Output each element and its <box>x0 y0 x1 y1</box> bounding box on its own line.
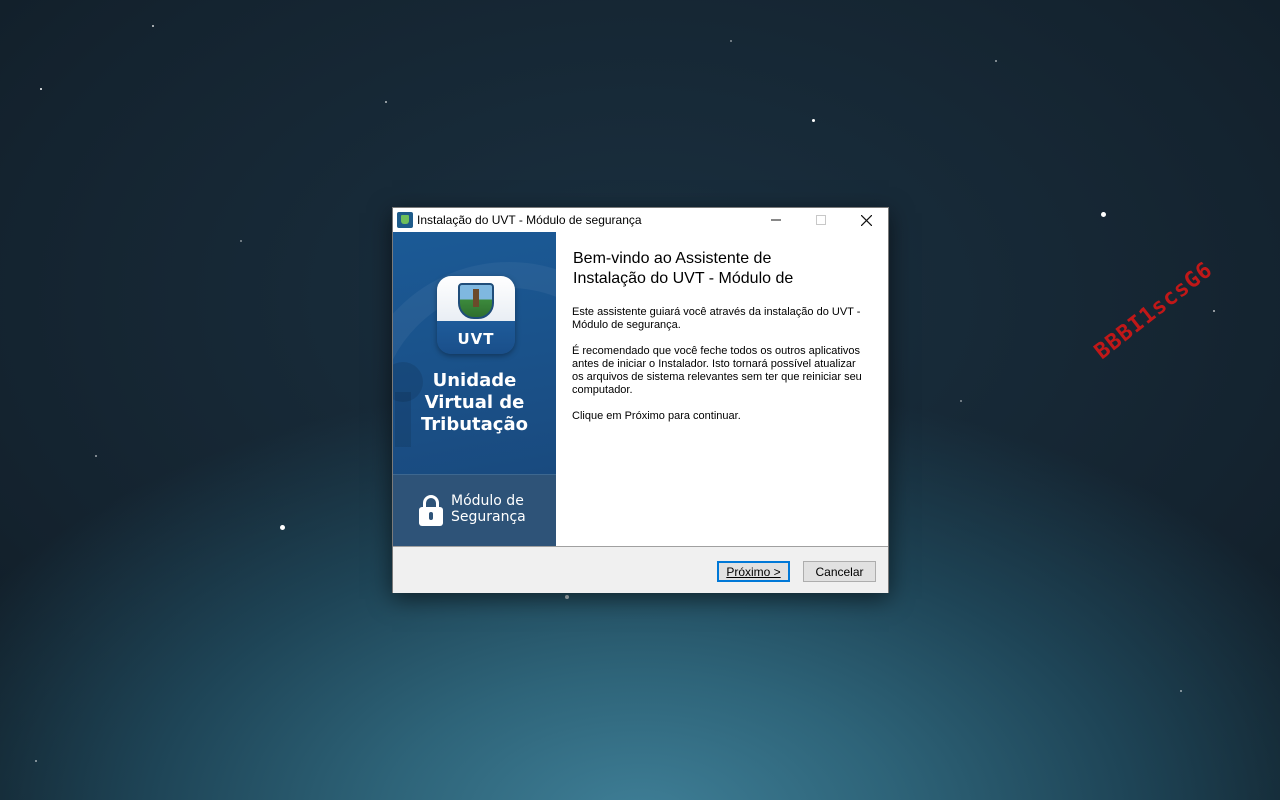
star <box>565 595 569 599</box>
star <box>1180 690 1182 692</box>
unit-name-line: Virtual de <box>393 392 556 414</box>
module-label-line: Segurança <box>451 509 526 525</box>
star <box>280 525 285 530</box>
unit-name-line: Tributação <box>393 414 556 436</box>
continue-paragraph: Clique em Próximo para continuar. <box>572 410 867 423</box>
installer-window: Instalação do UVT - Módulo de segurança … <box>392 207 889 593</box>
logo-text: UVT <box>437 330 515 348</box>
title-bar[interactable]: Instalação do UVT - Módulo de segurança <box>393 208 888 232</box>
close-icon <box>861 215 872 226</box>
star <box>960 400 962 402</box>
star <box>240 240 242 242</box>
star <box>995 60 997 62</box>
star <box>152 25 154 27</box>
sidebar-banner: UVT Unidade Virtual de Tributação Módulo… <box>393 232 556 546</box>
recommendation-paragraph: É recomendado que você feche todos os ou… <box>572 345 867 397</box>
minimize-button[interactable] <box>753 208 799 232</box>
welcome-content: Bem-vindo ao Assistente de Instalação do… <box>556 232 888 546</box>
star <box>730 40 732 42</box>
next-button-label: Próximo > <box>726 565 780 579</box>
window-title: Instalação do UVT - Módulo de segurança <box>417 213 642 227</box>
heading-line: Bem-vindo ao Assistente de <box>573 249 873 269</box>
star <box>1213 310 1215 312</box>
app-icon <box>397 212 413 228</box>
cancel-button[interactable]: Cancelar <box>803 561 876 582</box>
lock-icon <box>419 495 443 527</box>
uvt-logo: UVT <box>437 276 515 354</box>
heading-line: Instalação do UVT - Módulo de <box>573 269 873 289</box>
star <box>385 101 387 103</box>
star <box>40 88 42 90</box>
star <box>95 455 97 457</box>
cancel-button-label: Cancelar <box>815 565 863 579</box>
star <box>35 760 37 762</box>
module-label-line: Módulo de <box>451 493 526 509</box>
maximize-button[interactable] <box>798 208 844 232</box>
maximize-icon <box>816 215 826 225</box>
welcome-heading: Bem-vindo ao Assistente de Instalação do… <box>573 249 873 289</box>
module-band: Módulo de Segurança <box>393 474 556 546</box>
button-bar: Próximo > Cancelar <box>393 546 888 593</box>
star <box>1101 212 1106 217</box>
module-label: Módulo de Segurança <box>451 493 526 525</box>
close-button[interactable] <box>843 208 889 232</box>
minimize-icon <box>771 215 781 225</box>
intro-paragraph: Este assistente guiará você através da i… <box>572 306 867 332</box>
next-button[interactable]: Próximo > <box>717 561 790 582</box>
star <box>812 119 815 122</box>
unit-name: Unidade Virtual de Tributação <box>393 370 556 436</box>
unit-name-line: Unidade <box>393 370 556 392</box>
coat-of-arms-icon <box>458 283 494 319</box>
